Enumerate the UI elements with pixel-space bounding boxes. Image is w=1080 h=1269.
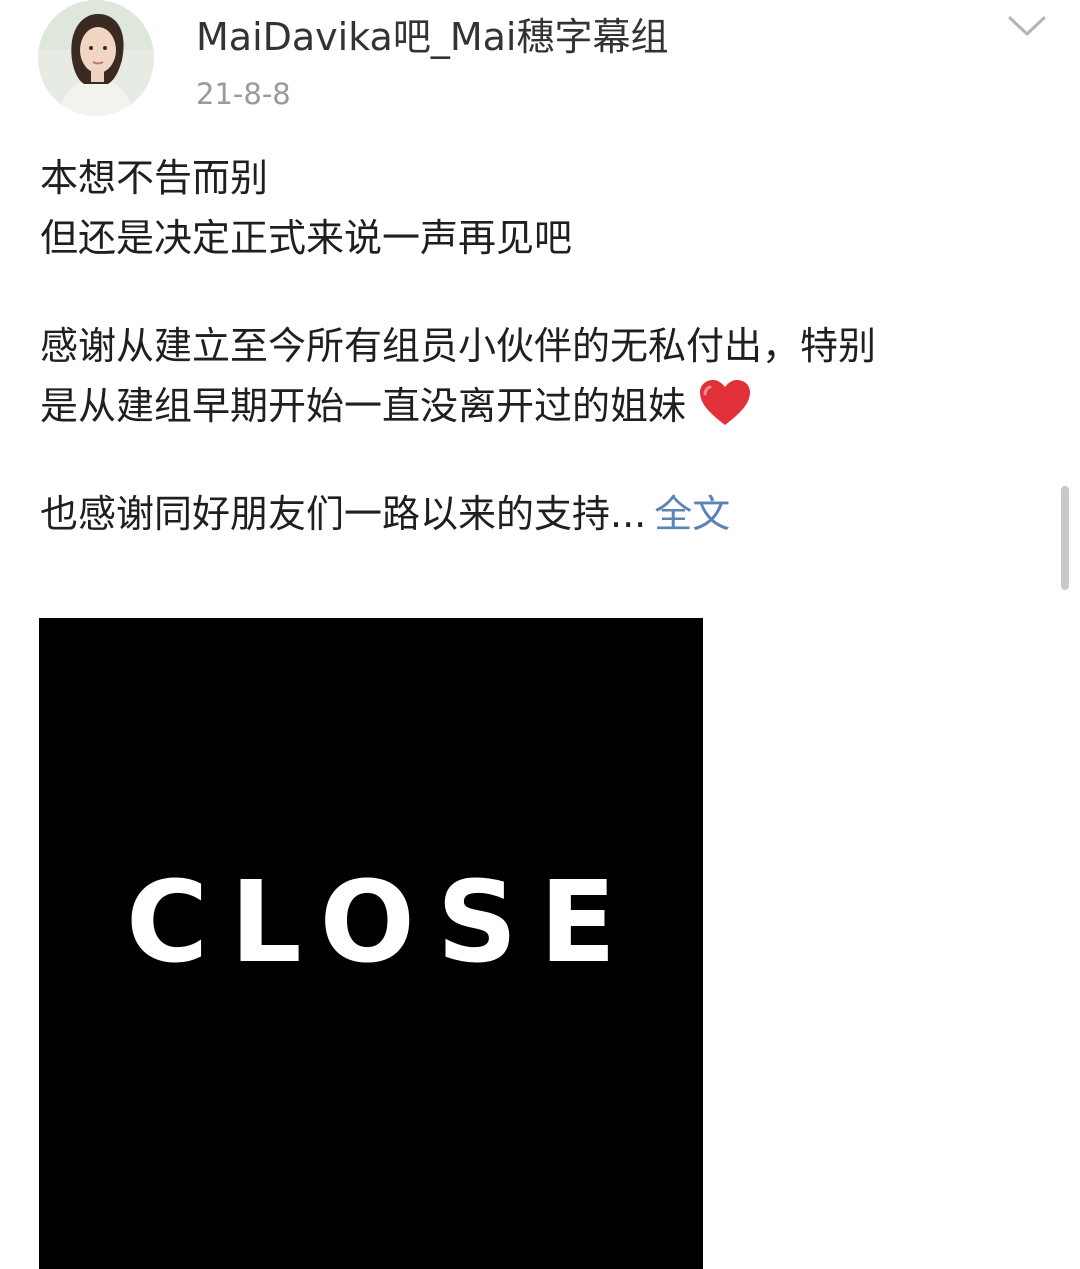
post-line: 感谢从建立至今所有组员小伙伴的无私付出，特别 xyxy=(40,324,877,368)
post-line: 也感谢同好朋友们一路以来的支持... xyxy=(40,492,647,536)
full-text-link[interactable]: 全文 xyxy=(654,492,730,536)
post-line-with-link: 也感谢同好朋友们一路以来的支持... 全文 xyxy=(40,484,1040,544)
post-line: 本想不告而别 xyxy=(40,156,269,200)
post-line: 是从建组早期开始一直没离开过的姐妹 xyxy=(40,384,687,428)
post-line-with-heart: 是从建组早期开始一直没离开过的姐妹 xyxy=(40,376,1040,436)
scrollbar[interactable] xyxy=(1061,486,1069,590)
post-image-text: CLOSE xyxy=(126,858,638,988)
post-date: 21-8-8 xyxy=(196,77,291,111)
avatar[interactable] xyxy=(38,0,154,116)
post-line: 但还是决定正式来说一声再见吧 xyxy=(40,216,573,260)
chevron-down-icon[interactable] xyxy=(1006,10,1048,42)
post-body: 本想不告而别 但还是决定正式来说一声再见吧 感谢从建立至今所有组员小伙伴的无私付… xyxy=(40,148,1040,544)
author-name[interactable]: MaiDavika吧_Mai穗字幕组 xyxy=(196,14,668,60)
avatar-image xyxy=(38,0,154,116)
heart-icon xyxy=(698,379,752,444)
